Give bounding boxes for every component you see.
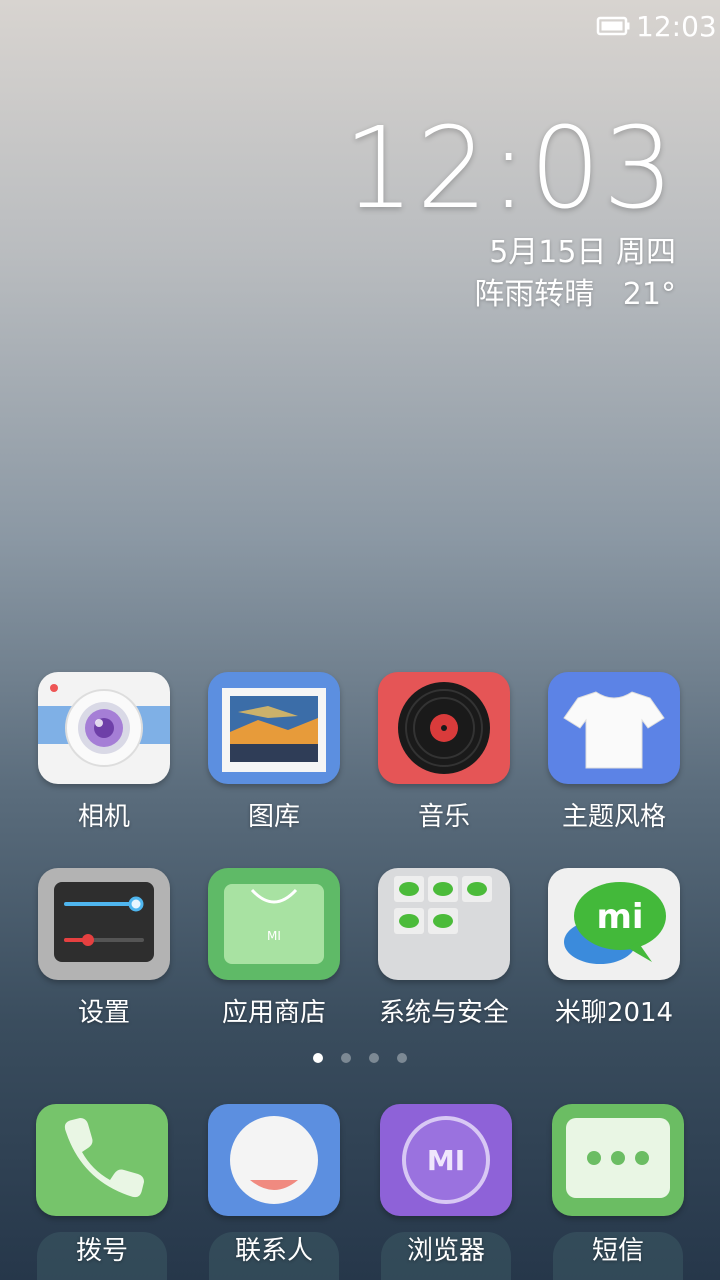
dock-browser[interactable]: MI 浏览器 <box>361 1104 531 1266</box>
app-label: 联系人 <box>234 1236 313 1266</box>
app-miliao[interactable]: mi 米聊2014 <box>529 868 699 1029</box>
miliao-icon: mi <box>548 868 680 980</box>
folder-icon <box>378 868 510 980</box>
settings-icon <box>38 868 170 980</box>
phone-icon <box>36 1104 168 1216</box>
app-settings[interactable]: 设置 <box>19 868 189 1029</box>
dock: 拨号 联系人 MI 浏览器 短信 <box>0 1104 720 1280</box>
app-label: 音乐 <box>417 802 470 832</box>
battery-full-icon <box>596 16 630 36</box>
app-label: 应用商店 <box>221 998 326 1028</box>
page-dot-3[interactable] <box>369 1053 379 1063</box>
messages-icon <box>552 1104 684 1216</box>
dock-messages[interactable]: 短信 <box>533 1104 703 1266</box>
page-dot-1[interactable] <box>313 1053 323 1063</box>
gallery-icon <box>208 672 340 784</box>
page-indicator[interactable] <box>0 1048 720 1067</box>
clock-widget[interactable]: 12:03 5月15日 周四 阵雨转晴 21° <box>343 110 676 316</box>
clock-time: 12:03 <box>343 104 676 234</box>
app-label: 米聊2014 <box>554 998 674 1028</box>
camera-icon <box>38 672 170 784</box>
svg-text:MI: MI <box>427 1144 465 1177</box>
svg-text:mi: mi <box>596 897 643 937</box>
page-dot-2[interactable] <box>341 1053 351 1063</box>
clock-date: 5月15日 周四 <box>489 235 676 270</box>
app-music[interactable]: 音乐 <box>359 672 529 833</box>
app-store[interactable]: MI 应用商店 <box>189 868 359 1029</box>
contacts-icon <box>208 1104 340 1216</box>
music-icon <box>378 672 510 784</box>
app-label: 设置 <box>77 998 130 1028</box>
app-store-icon: MI <box>208 868 340 980</box>
browser-icon: MI <box>380 1104 512 1216</box>
svg-text:MI: MI <box>267 929 281 943</box>
dock-contacts[interactable]: 联系人 <box>189 1104 359 1266</box>
app-label: 拨号 <box>75 1236 128 1266</box>
app-label: 系统与安全 <box>378 998 509 1028</box>
app-label: 相机 <box>77 802 130 832</box>
app-gallery[interactable]: 图库 <box>189 672 359 833</box>
app-label: 浏览器 <box>406 1236 485 1266</box>
dock-phone[interactable]: 拨号 <box>17 1104 187 1266</box>
app-folder[interactable]: 系统与安全 <box>359 868 529 1029</box>
status-time: 12:03 <box>636 10 717 43</box>
theme-icon <box>548 672 680 784</box>
app-label: 图库 <box>247 802 300 832</box>
app-label: 短信 <box>591 1236 644 1266</box>
status-bar: 12:03 <box>0 0 720 52</box>
page-dot-4[interactable] <box>397 1053 407 1063</box>
app-camera[interactable]: 相机 <box>19 672 189 833</box>
clock-weather: 阵雨转晴 21° <box>474 277 676 312</box>
app-label: 主题风格 <box>561 802 666 832</box>
app-theme[interactable]: 主题风格 <box>529 672 699 833</box>
